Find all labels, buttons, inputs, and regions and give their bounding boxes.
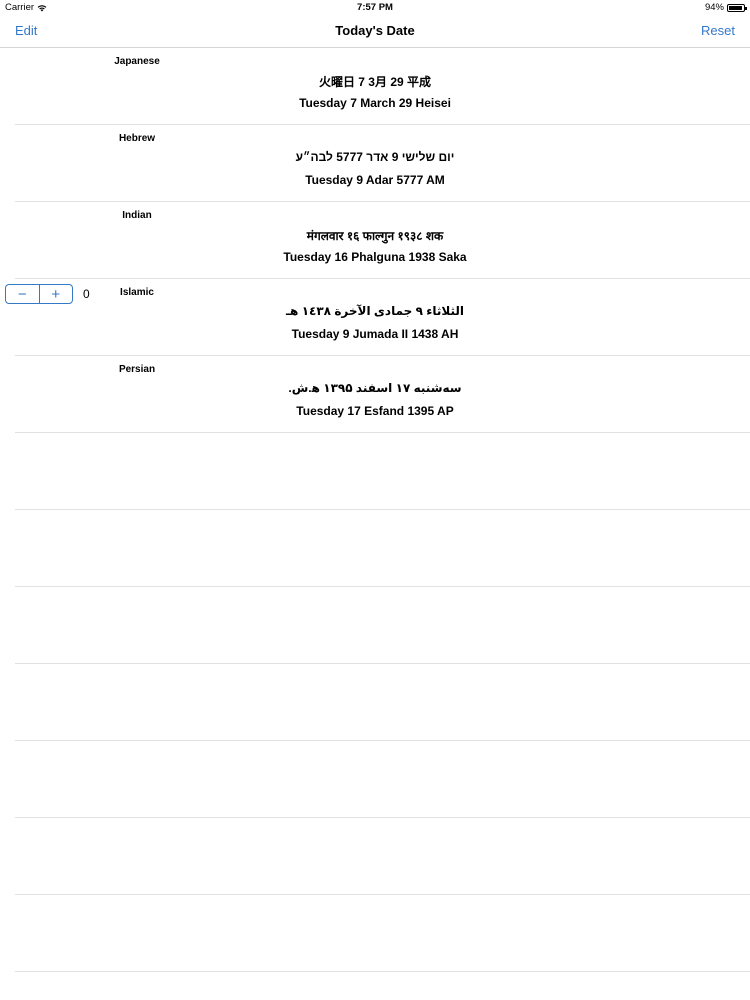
table-row-hebrew[interactable]: Hebrew יום שלישי 9 אדר 5777 לבה״ע Tuesda…: [15, 125, 750, 202]
table-row-persian[interactable]: Persian سه‌شنبه ۱۷ اسفند ۱۳۹۵ ه‍.ش. Tues…: [15, 356, 750, 433]
battery-group: 94%: [704, 0, 747, 15]
table-row-empty: [15, 433, 750, 510]
native-date: الثلاثاء ٩ جمادى الآخرة ١٤٣٨ هـ: [285, 304, 465, 318]
decrement-button[interactable]: −: [6, 285, 39, 303]
reset-button[interactable]: Reset: [701, 23, 735, 38]
status-time: 7:57 PM: [357, 2, 393, 13]
quantity-stepper[interactable]: − +: [5, 284, 73, 304]
table-row-empty: [15, 510, 750, 587]
battery-percent: 94%: [704, 2, 724, 13]
english-date: Tuesday 7 March 29 Heisei: [299, 96, 451, 110]
calendar-name-label: Islamic: [120, 287, 154, 298]
table-row-empty: [15, 895, 750, 972]
native-date: יום שלישי 9 אדר 5777 לבה״ע: [295, 150, 455, 164]
table-row-empty: [15, 818, 750, 895]
table-row-empty: [15, 741, 750, 818]
calendar-name-label: Hebrew: [118, 133, 156, 144]
table-row-indian[interactable]: Indian मंगलवार १६ फाल्गुन १९३८ शक Tuesda…: [15, 202, 750, 279]
english-date: Tuesday 9 Jumada II 1438 AH: [291, 327, 459, 341]
english-date: Tuesday 9 Adar 5777 AM: [305, 173, 445, 187]
native-date: मंगलवार १६ फाल्गुन १९३८ शक: [306, 229, 444, 243]
table-row-japanese[interactable]: Japanese 火曜日 7 3月 29 平成 Tuesday 7 March …: [15, 48, 750, 125]
table-row-empty: [15, 587, 750, 664]
native-date: 火曜日 7 3月 29 平成: [318, 75, 432, 89]
native-date: سه‌شنبه ۱۷ اسفند ۱۳۹۵ ه‍.ش.: [288, 381, 462, 395]
table-row-islamic[interactable]: − + 0 Islamic الثلاثاء ٩ جمادى الآخرة ١٤…: [5, 279, 750, 356]
edit-button[interactable]: Edit: [15, 23, 37, 38]
table-row-empty: [15, 664, 750, 741]
calendar-name-label: Persian: [118, 364, 156, 375]
battery-icon: [727, 3, 747, 12]
calendar-name-label: Indian: [122, 210, 152, 221]
status-bar: Carrier 7:57 PM 94%: [0, 0, 750, 15]
english-date: Tuesday 17 Esfand 1395 AP: [296, 404, 454, 418]
battery-fill: [729, 5, 742, 10]
stepper-value: 0: [83, 287, 90, 301]
navigation-bar: Edit Today's Date Reset: [0, 15, 750, 48]
increment-button[interactable]: +: [38, 285, 73, 303]
english-date: Tuesday 16 Phalguna 1938 Saka: [283, 250, 467, 264]
calendar-table: Japanese 火曜日 7 3月 29 平成 Tuesday 7 March …: [0, 48, 750, 972]
calendar-name-label: Japanese: [114, 56, 160, 67]
nav-title: Today's Date: [335, 23, 415, 38]
